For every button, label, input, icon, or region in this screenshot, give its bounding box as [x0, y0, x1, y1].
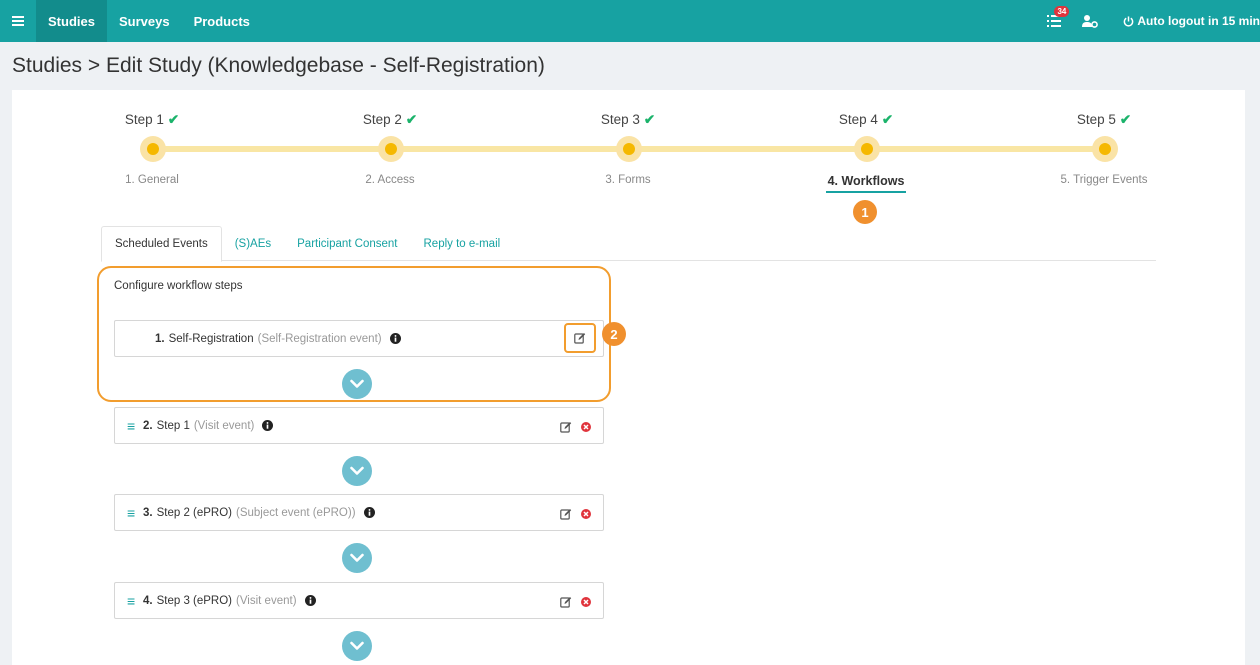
check-icon: ✔: [405, 112, 418, 127]
info-icon[interactable]: [304, 595, 316, 606]
step-dot[interactable]: [1092, 136, 1118, 162]
delete-icon[interactable]: [581, 596, 591, 607]
expand-chevron-button[interactable]: [342, 369, 372, 399]
chevron-down-icon: [350, 379, 364, 388]
step-label: Step 1: [124, 112, 164, 127]
workflow-step-number: 2.: [143, 419, 153, 432]
info-icon[interactable]: [363, 507, 375, 518]
workflow-step-row: ≡ 2. Step 1 (Visit event): [114, 407, 604, 444]
expand-chevron-button[interactable]: [342, 543, 372, 573]
edit-icon[interactable]: [560, 508, 572, 520]
chevron-down-icon: [350, 641, 364, 650]
tab-reply-to-email[interactable]: Reply to e-mail: [411, 226, 514, 261]
step-label: Step 5: [1076, 112, 1116, 127]
workflow-step-title: Step 3 (ePRO): [156, 594, 233, 607]
step-dot[interactable]: [378, 136, 404, 162]
info-icon[interactable]: [262, 420, 274, 431]
nav-tab-surveys[interactable]: Surveys: [107, 0, 182, 42]
logout-text: Auto logout in 15 min: [1137, 14, 1260, 28]
auto-logout-indicator[interactable]: Auto logout in 15 min: [1123, 14, 1260, 28]
notification-badge: 34: [1054, 6, 1070, 17]
workflow-step-title: Self-Registration: [168, 332, 254, 345]
chevron-down-icon: [350, 553, 364, 562]
edit-icon: [574, 333, 586, 344]
workflow-step-row: 1. Self-Registration (Self-Registration …: [114, 320, 604, 357]
workflow-step-number: 4.: [143, 594, 153, 607]
task-list-icon[interactable]: 34: [1043, 0, 1070, 42]
tab-saes[interactable]: (S)AEs: [222, 226, 284, 261]
workflow-step-title: Step 2 (ePRO): [156, 506, 233, 519]
workflow-step-type: (Self-Registration event): [257, 332, 382, 345]
expand-chevron-button[interactable]: [342, 631, 372, 661]
step-name[interactable]: 5. Trigger Events: [1024, 174, 1184, 186]
workflow-heading: Configure workflow steps: [114, 280, 243, 292]
step-name[interactable]: 3. Forms: [548, 174, 708, 186]
drag-handle-icon[interactable]: ≡: [127, 593, 141, 609]
step-label: Step 4: [838, 112, 878, 127]
check-icon: ✔: [167, 112, 180, 127]
step-label: Step 2: [362, 112, 402, 127]
hamburger-icon[interactable]: [0, 0, 36, 42]
step-name-active[interactable]: 4. Workflows: [786, 174, 946, 188]
top-navbar: Studies Surveys Products 34 Auto logout …: [0, 0, 1260, 42]
delete-icon[interactable]: [581, 421, 591, 432]
edit-study-card: Step 1 ✔ 1. General Step 2 ✔ 2. Access Ste…: [12, 90, 1245, 665]
annotation-marker-1: 1: [853, 200, 877, 224]
workflow-step-row: ≡ 4. Step 3 (ePRO) (Visit event): [114, 582, 604, 619]
workflow-step-type: (Visit event): [193, 419, 255, 432]
check-icon: ✔: [1119, 112, 1132, 127]
workflow-tabs: Scheduled Events (S)AEs Participant Cons…: [101, 226, 1156, 262]
active-step-underline: [826, 191, 906, 193]
chevron-down-icon: [350, 466, 364, 475]
power-icon: [1124, 15, 1134, 27]
workflow-step-number: 1.: [155, 332, 165, 345]
drag-handle-icon[interactable]: ≡: [127, 505, 141, 521]
workflow-step-row: ≡ 3. Step 2 (ePRO) (Subject event (ePRO)…: [114, 494, 604, 531]
info-icon[interactable]: [389, 333, 401, 344]
nav-tab-studies[interactable]: Studies: [36, 0, 107, 42]
step-dot[interactable]: [854, 136, 880, 162]
edit-button-highlighted[interactable]: [564, 323, 596, 353]
tab-scheduled-events[interactable]: Scheduled Events: [101, 226, 222, 262]
step-label: Step 3: [600, 112, 640, 127]
workflow-step-type: (Visit event): [236, 594, 297, 607]
step-dot[interactable]: [140, 136, 166, 162]
delete-icon[interactable]: [581, 508, 591, 519]
workflow-step-number: 3.: [143, 506, 153, 519]
edit-icon[interactable]: [560, 421, 572, 433]
expand-chevron-button[interactable]: [342, 456, 372, 486]
drag-handle-icon[interactable]: ≡: [127, 418, 141, 434]
wizard-stepper: Step 1 ✔ 1. General Step 2 ✔ 2. Access Ste…: [12, 90, 1245, 230]
workflow-step-title: Step 1: [156, 419, 190, 432]
check-icon: ✔: [643, 112, 656, 127]
page-title: Studies > Edit Study (Knowledgebase - Se…: [12, 54, 545, 77]
annotation-marker-2: 2: [602, 322, 626, 346]
step-dot[interactable]: [616, 136, 642, 162]
workflow-step-type: (Subject event (ePRO)): [236, 506, 356, 519]
check-icon: ✔: [881, 112, 894, 127]
user-settings-icon[interactable]: [1079, 0, 1101, 42]
edit-icon[interactable]: [560, 596, 572, 608]
step-name[interactable]: 1. General: [72, 174, 232, 186]
step-name[interactable]: 2. Access: [310, 174, 470, 186]
tab-participant-consent[interactable]: Participant Consent: [284, 226, 410, 261]
nav-tab-products[interactable]: Products: [182, 0, 262, 42]
